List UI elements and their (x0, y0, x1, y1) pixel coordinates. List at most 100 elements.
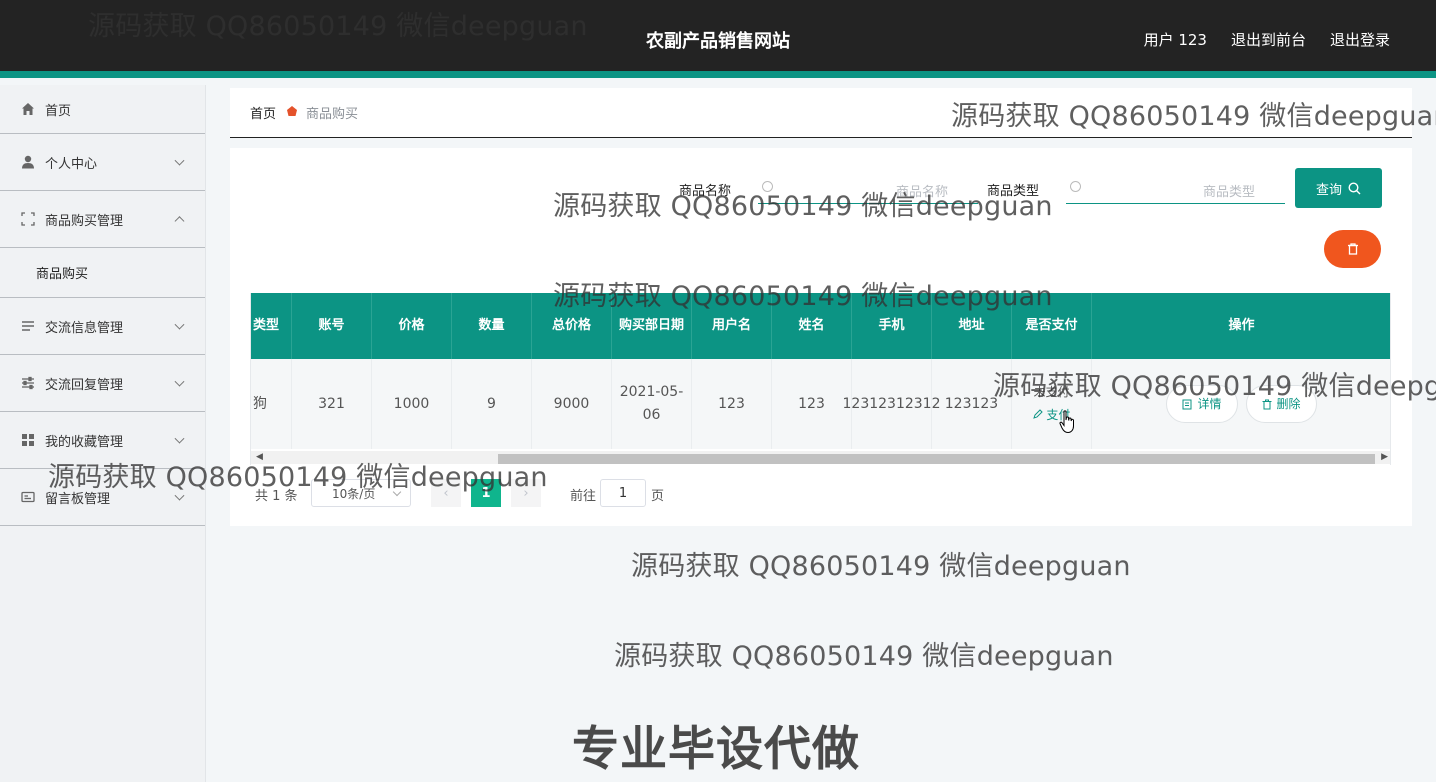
top-links: 用户 123 退出到前台 退出登录 (1144, 29, 1390, 50)
sidebar-item-message-board[interactable]: 留言板管理 (0, 469, 205, 526)
query-button[interactable]: 查询 (1295, 168, 1382, 208)
sidebar-item-label: 首页 (45, 103, 72, 119)
search-form: 商品名称 商品名称 商品类型 商品类型 查询 (230, 168, 1412, 208)
column-header: 数量 (452, 293, 532, 359)
next-page-button[interactable]: › (511, 479, 541, 507)
sidebar-item-label: 个人中心 (45, 156, 98, 172)
product-type-placeholder: 商品类型 (1202, 185, 1255, 200)
cell-type: 狗 (251, 359, 292, 449)
watermark-big-text: 专业毕设代做 (572, 722, 860, 777)
sidebar-item-personal-center[interactable]: 个人中心 (0, 134, 205, 191)
breadcrumb: 首页 商品购买 (230, 88, 1412, 138)
column-header: 类型 (251, 293, 292, 359)
chevron-down-icon (174, 155, 185, 166)
current-user-link[interactable]: 用户 123 (1144, 29, 1207, 50)
payment-status: 未支付 (1033, 385, 1070, 399)
cell-purchase-date: 2021-05-06 (612, 359, 692, 449)
sidebar-item-label: 我的收藏管理 (45, 434, 124, 450)
column-header: 账号 (292, 293, 372, 359)
cell-name: 123 (772, 359, 852, 449)
sidebar-item-exchange-reply[interactable]: 交流回复管理 (0, 355, 205, 412)
sliders-icon (20, 375, 36, 391)
sidebar-item-label: 交流信息管理 (45, 320, 124, 336)
watermark-text: 源码获取 QQ86050149 微信deepguan (631, 551, 1131, 582)
hand-cursor-icon (1059, 410, 1077, 438)
chevron-down-icon (174, 433, 185, 444)
chevron-up-icon (174, 216, 185, 227)
breadcrumb-separator-icon (286, 105, 298, 120)
batch-delete-button[interactable] (1324, 230, 1381, 268)
product-name-input[interactable]: 商品名称 (758, 176, 978, 204)
column-header: 姓名 (772, 293, 852, 359)
page-number-current[interactable]: 1 (471, 479, 501, 507)
column-header: 购买部日期 (612, 293, 692, 359)
page-unit-label: 页 (651, 489, 665, 504)
sidebar-subitem-product-purchase[interactable]: 商品购买 (0, 248, 205, 298)
scroll-left-icon[interactable]: ◀ (256, 452, 263, 462)
user-icon (20, 154, 36, 170)
cell-quantity: 9 (452, 359, 532, 449)
column-header: 地址 (932, 293, 1012, 359)
detail-button-label: 详情 (1197, 396, 1222, 411)
trash-icon (1262, 399, 1271, 409)
cell-phone: 12312312312 (843, 359, 941, 449)
chevron-left-icon: ‹ (443, 485, 449, 501)
chevron-right-icon: › (523, 485, 529, 501)
watermark-text: 源码获取 QQ86050149 微信deepguan (614, 641, 1114, 672)
cell-payment: 未支付 支付 (1012, 359, 1092, 449)
sidebar-item-label: 商品购买管理 (45, 213, 124, 229)
cell-total-price: 9000 (532, 359, 612, 449)
delete-button[interactable]: 删除 (1245, 385, 1317, 423)
column-header: 是否支付 (1012, 293, 1092, 359)
cell-address: 123123 (932, 359, 1012, 449)
goto-label: 前往 (570, 489, 597, 504)
search-icon (762, 181, 773, 192)
column-header: 手机 (852, 293, 932, 359)
scrollbar-thumb[interactable] (498, 454, 1375, 464)
scroll-right-icon[interactable]: ▶ (1381, 452, 1388, 462)
column-header: 总价格 (532, 293, 612, 359)
cell-account: 321 (292, 359, 372, 449)
logout-link[interactable]: 退出登录 (1330, 29, 1390, 50)
sidebar-item-purchase-management[interactable]: 商品购买管理 (0, 191, 205, 248)
breadcrumb-home[interactable]: 首页 (250, 103, 276, 122)
cell-username: 123 (692, 359, 772, 449)
cell-actions: 详情 删除 (1092, 359, 1390, 449)
product-type-input[interactable]: 商品类型 (1066, 176, 1285, 204)
detail-button[interactable]: 详情 (1166, 385, 1238, 423)
frame-icon (20, 211, 36, 227)
grid-icon (20, 432, 36, 448)
sidebar-item-label: 留言板管理 (45, 491, 111, 507)
chevron-down-icon (392, 487, 402, 497)
top-bar: 农副产品销售网站 用户 123 退出到前台 退出登录 (0, 0, 1436, 78)
edit-icon (1032, 409, 1043, 419)
page-size-value: 10条/页 (332, 486, 376, 501)
sidebar: 首页 个人中心 商品购买管理 商品购买 交流信息管理 交流回复管理 我的收藏管理 (0, 85, 206, 782)
sidebar-item-exchange-info[interactable]: 交流信息管理 (0, 298, 205, 355)
card-icon (20, 489, 36, 505)
table-header: 类型 账号 价格 数量 总价格 购买部日期 用户名 姓名 手机 地址 是否支付 … (251, 293, 1390, 359)
page-size-select[interactable]: 10条/页 (311, 479, 411, 507)
pagination-total: 共 1 条 (255, 489, 298, 504)
delete-button-label: 删除 (1276, 396, 1301, 411)
chevron-down-icon (174, 376, 185, 387)
chevron-down-icon (174, 319, 185, 330)
horizontal-scrollbar[interactable]: ◀ ▶ (251, 451, 1390, 464)
list-icon (20, 318, 36, 334)
home-icon (20, 101, 36, 117)
chevron-down-icon (174, 490, 185, 501)
exit-to-front-link[interactable]: 退出到前台 (1231, 29, 1306, 50)
column-header: 操作 (1228, 318, 1255, 333)
product-type-label: 商品类型 (987, 184, 1040, 199)
cell-price: 1000 (372, 359, 452, 449)
table-row: 狗 321 1000 9 9000 2021-05-06 123 123 123… (251, 359, 1390, 449)
goto-page-input[interactable]: 1 (600, 479, 646, 507)
sidebar-item-favorites[interactable]: 我的收藏管理 (0, 412, 205, 469)
breadcrumb-current: 商品购买 (306, 107, 359, 122)
content-panel: 商品名称 商品名称 商品类型 商品类型 查询 类型 账号 价格 数量 总价格 购… (230, 148, 1412, 526)
purchase-table: 类型 账号 价格 数量 总价格 购买部日期 用户名 姓名 手机 地址 是否支付 … (250, 293, 1391, 465)
column-header: 用户名 (692, 293, 772, 359)
search-icon (1070, 181, 1081, 192)
prev-page-button[interactable]: ‹ (431, 479, 461, 507)
sidebar-item-home[interactable]: 首页 (0, 85, 205, 134)
